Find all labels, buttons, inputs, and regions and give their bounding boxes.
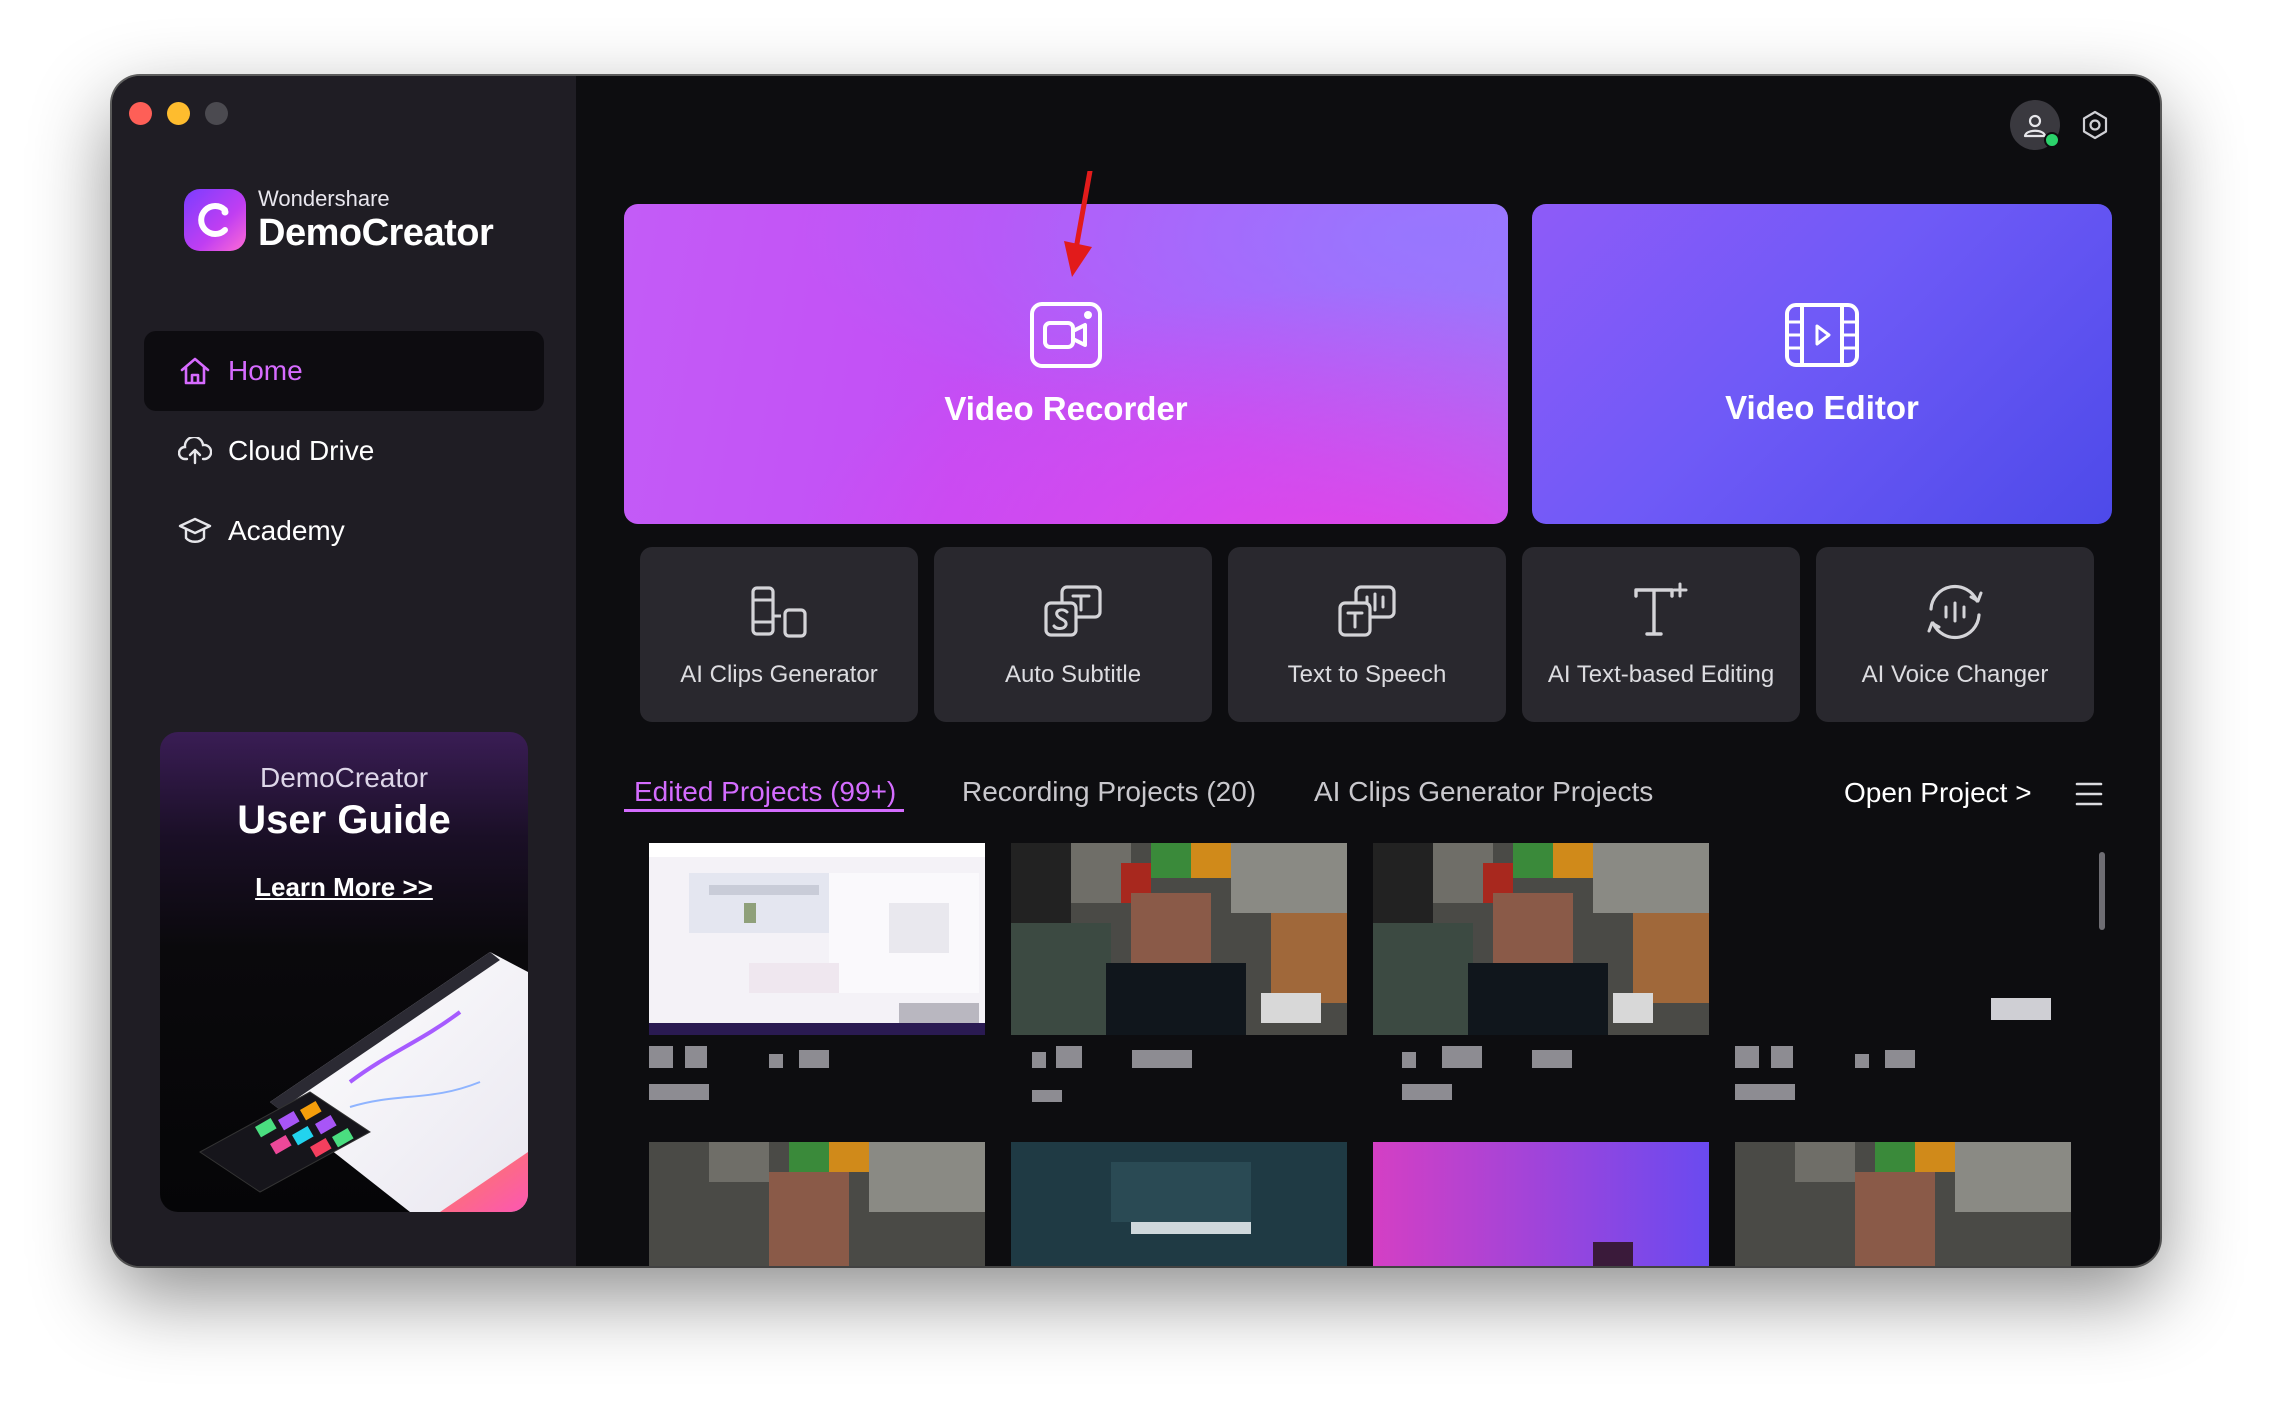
democreator-logo-icon (184, 189, 246, 251)
projects-scrollbar[interactable] (2099, 852, 2105, 930)
account-avatar[interactable] (2010, 100, 2060, 150)
project-thumbnail[interactable] (1011, 1142, 1347, 1266)
project-thumbnail[interactable] (1735, 1142, 2071, 1266)
sidebar-item-academy[interactable]: Academy (144, 491, 544, 571)
sidebar-item-cloud-drive[interactable]: Cloud Drive (144, 411, 544, 491)
guide-illustration (199, 952, 528, 1212)
tools-row: AI Clips Generator Auto Subtitle Text to… (640, 547, 2094, 722)
text-to-speech-icon (1336, 581, 1398, 643)
project-thumbnail[interactable] (1735, 843, 2071, 1035)
user-guide-banner[interactable]: DemoCreator User Guide Learn More >> (160, 732, 528, 1212)
sidebar: Wondershare DemoCreator Home Cloud Drive (112, 76, 576, 1266)
video-editor-card[interactable]: Video Editor (1532, 204, 2112, 524)
brand-small-text: Wondershare (258, 186, 390, 211)
cloud-upload-icon (178, 434, 212, 468)
open-project-button[interactable]: Open Project > (1844, 777, 2032, 809)
sidebar-item-label: Cloud Drive (228, 435, 375, 466)
tool-label: Text to Speech (1287, 660, 1447, 688)
top-right-icons (2010, 100, 2120, 150)
tool-label: Auto Subtitle (1004, 660, 1142, 688)
text-to-speech-button[interactable]: Text to Speech (1228, 547, 1506, 722)
project-thumbnail[interactable] (1011, 843, 1347, 1035)
online-status-dot (2044, 132, 2060, 148)
graduation-cap-icon (178, 514, 212, 548)
annotation-arrow (1064, 171, 1093, 277)
minimize-window-button[interactable] (167, 102, 190, 125)
video-editor-label: Video Editor (1725, 388, 1919, 426)
video-recorder-label: Video Recorder (944, 389, 1188, 427)
learn-more-link[interactable]: Learn More >> (160, 872, 528, 903)
ai-voice-changer-button[interactable]: AI Voice Changer (1816, 547, 2094, 722)
active-tab-underline (624, 809, 904, 812)
list-menu-button[interactable] (2075, 781, 2103, 812)
user-icon (2023, 114, 2047, 138)
gear-icon (2082, 110, 2108, 140)
video-editor-icon (1784, 302, 1860, 373)
app-logo: Wondershare DemoCreator (184, 186, 494, 254)
auto-subtitle-button[interactable]: Auto Subtitle (934, 547, 1212, 722)
tool-label: AI Voice Changer (1861, 660, 2049, 688)
tab-ai-clips-generator-projects[interactable]: AI Clips Generator Projects (1314, 776, 1653, 808)
guide-brand: DemoCreator (259, 762, 429, 793)
close-window-button[interactable] (129, 102, 152, 125)
sidebar-nav: Home Cloud Drive Academy (144, 331, 544, 571)
guide-title: User Guide (237, 798, 451, 842)
clips-generator-icon (749, 581, 809, 643)
project-thumbnail[interactable] (1373, 1142, 1709, 1266)
app-window: Wondershare DemoCreator Home Cloud Drive (112, 76, 2160, 1266)
home-icon (178, 354, 212, 388)
project-thumbnail[interactable] (1373, 843, 1709, 1035)
subtitle-icon (1042, 581, 1104, 643)
tool-label: AI Clips Generator (680, 660, 878, 688)
sidebar-item-home[interactable]: Home (144, 331, 544, 411)
voice-changer-icon (1923, 581, 1987, 643)
sidebar-item-label: Home (228, 355, 303, 386)
ai-clips-generator-button[interactable]: AI Clips Generator (640, 547, 918, 722)
hamburger-menu-icon (2075, 782, 2103, 806)
tab-edited-projects[interactable]: Edited Projects (99+) (634, 776, 896, 808)
ai-text-based-editing-button[interactable]: AI Text-based Editing (1522, 547, 1800, 722)
project-thumbnail[interactable] (649, 843, 985, 1035)
sidebar-item-label: Academy (228, 515, 345, 546)
project-thumbnail[interactable] (649, 1142, 985, 1266)
tab-recording-projects[interactable]: Recording Projects (20) (962, 776, 1256, 808)
tool-label: AI Text-based Editing (1547, 660, 1775, 688)
window-controls (129, 102, 228, 125)
video-recorder-icon (1029, 301, 1103, 374)
zoom-window-button[interactable] (205, 102, 228, 125)
text-editing-icon (1630, 581, 1692, 643)
brand-name: DemoCreator (258, 212, 494, 254)
settings-button[interactable] (2070, 100, 2120, 150)
